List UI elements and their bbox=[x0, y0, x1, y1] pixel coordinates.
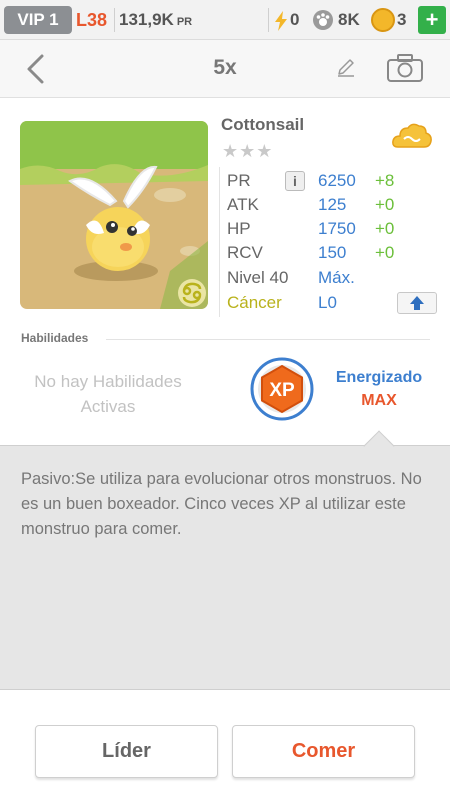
sign-value: L0 bbox=[318, 293, 337, 312]
stat-bonus: +0 bbox=[375, 243, 395, 262]
status-bar: VIP 1 L38 131,9K PR 0 8K 3 + bbox=[0, 0, 450, 40]
vip-badge[interactable]: VIP 1 bbox=[4, 6, 72, 34]
stat-value: 1750 bbox=[318, 219, 356, 238]
energy-value: 0 bbox=[290, 10, 300, 29]
add-coins-button[interactable]: + bbox=[418, 6, 446, 34]
divider bbox=[114, 8, 115, 32]
action-bar: Líder Comer bbox=[0, 691, 450, 800]
header: 5x bbox=[0, 40, 450, 98]
sign-label: Cáncer bbox=[227, 293, 282, 312]
eat-button[interactable]: Comer bbox=[232, 725, 415, 778]
paws-value: 8K bbox=[338, 10, 360, 29]
coin-icon bbox=[371, 8, 395, 32]
power-amount: 131,9K bbox=[119, 10, 174, 29]
player-level: L38 bbox=[76, 10, 108, 30]
upgrade-sign-button[interactable] bbox=[397, 292, 437, 314]
energized-max: MAX bbox=[361, 392, 397, 409]
lightning-icon bbox=[275, 11, 287, 31]
pencil-icon[interactable] bbox=[336, 57, 356, 77]
rarity-stars: ★★★ bbox=[222, 141, 274, 161]
coins-value: 3 bbox=[397, 10, 407, 29]
monster-name: Cottonsail bbox=[221, 115, 305, 134]
energized-label: Energizado bbox=[335, 369, 423, 386]
plus-icon: + bbox=[425, 7, 439, 32]
monster-portrait[interactable] bbox=[20, 121, 208, 309]
stat-value: 125 bbox=[318, 195, 347, 214]
stat-value: 150 bbox=[318, 243, 347, 262]
leader-button[interactable]: Líder bbox=[35, 725, 218, 778]
paw-icon bbox=[313, 10, 333, 30]
stat-label: RCV bbox=[227, 243, 263, 262]
description-text: Pasivo:Se utiliza para evolucionar otros… bbox=[21, 470, 422, 538]
stat-bonus: +0 bbox=[375, 195, 395, 214]
divider bbox=[106, 339, 430, 340]
stat-bonus: +0 bbox=[375, 219, 395, 238]
power-unit: PR bbox=[176, 16, 193, 28]
xp-badge-text: XP bbox=[269, 380, 295, 401]
cancer-icon bbox=[182, 282, 202, 304]
abilities-title: Habilidades bbox=[21, 331, 89, 345]
xp-badge-icon[interactable]: XP bbox=[250, 357, 314, 421]
cloud-icon bbox=[392, 123, 432, 148]
stat-label: HP bbox=[227, 219, 251, 238]
stat-bonus: +8 bbox=[375, 171, 395, 190]
level-label: Nivel 40 bbox=[227, 268, 289, 287]
stat-label: PR bbox=[227, 171, 251, 190]
divider bbox=[268, 8, 269, 32]
description-panel: Pasivo:Se utiliza para evolucionar otros… bbox=[0, 445, 450, 690]
stats-table: PR i 6250 +8 ATK 125 +0 HP 1750 +0 RCV 1… bbox=[219, 167, 437, 317]
info-button[interactable]: i bbox=[285, 171, 305, 191]
power-value: 131,9K PR bbox=[119, 6, 192, 36]
camera-icon[interactable] bbox=[386, 53, 424, 83]
stat-value: 6250 bbox=[318, 171, 356, 190]
stat-label: ATK bbox=[227, 195, 259, 214]
monster-details: Cottonsail ★★★ PR i 6250 +8 ATK 125 +0 H… bbox=[0, 99, 450, 445]
no-abilities-text: No hay Habilidades Activas bbox=[34, 372, 182, 416]
monster-count: 5x bbox=[213, 56, 237, 79]
level-value: Máx. bbox=[318, 268, 355, 287]
arrow-up-icon bbox=[410, 296, 424, 310]
